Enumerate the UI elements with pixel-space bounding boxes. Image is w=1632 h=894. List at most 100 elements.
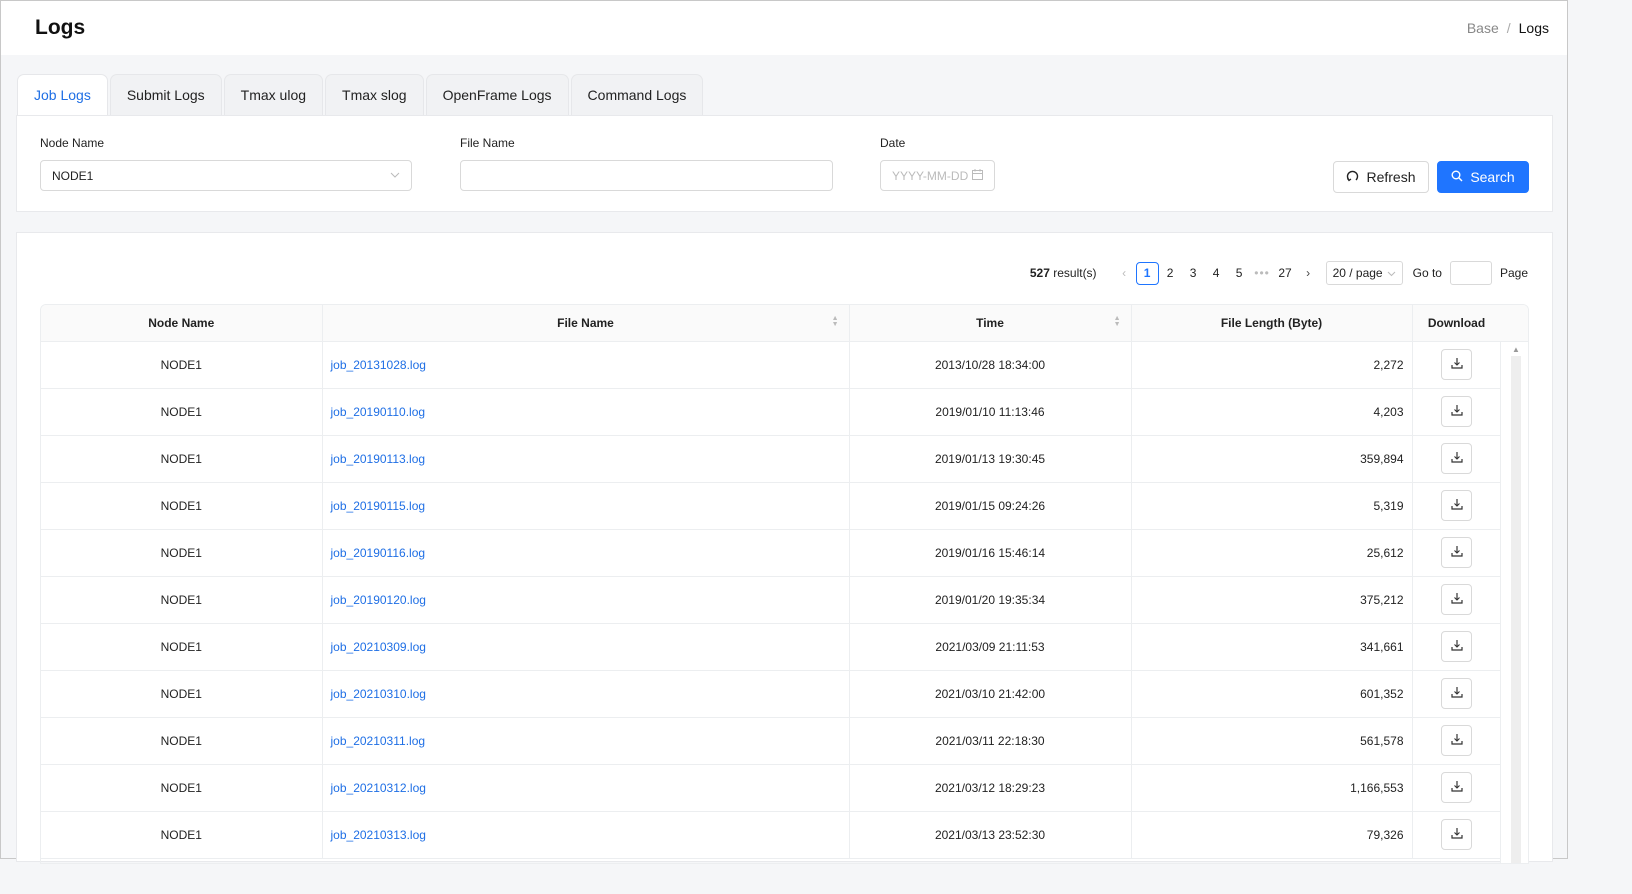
tab-tmax-ulog[interactable]: Tmax ulog: [223, 74, 324, 115]
cell-file-name: job_20210311.log: [322, 717, 850, 765]
scrollbar-thumb[interactable]: [1511, 356, 1521, 863]
file-link[interactable]: job_20190116.log: [331, 546, 426, 560]
file-link[interactable]: job_20210313.log: [331, 828, 426, 842]
cell-file-length: 375,212: [1131, 576, 1413, 624]
column-label: Node Name: [148, 315, 215, 330]
node-name-select[interactable]: NODE1: [40, 160, 412, 191]
file-link[interactable]: job_20190110.log: [331, 405, 426, 419]
column-time[interactable]: Time ▲ ▼: [849, 305, 1132, 342]
breadcrumb-current: Logs: [1518, 20, 1549, 36]
file-link[interactable]: job_20210312.log: [331, 781, 426, 795]
page-last[interactable]: 27: [1274, 262, 1297, 285]
sort-icon[interactable]: ▲ ▼: [1114, 315, 1121, 328]
download-button[interactable]: [1441, 349, 1472, 380]
download-button[interactable]: [1441, 725, 1472, 756]
tab-command-logs[interactable]: Command Logs: [570, 74, 704, 115]
download-button[interactable]: [1441, 443, 1472, 474]
scroll-up-icon[interactable]: ▲: [1512, 345, 1520, 354]
page-size-value: 20 / page: [1332, 266, 1383, 280]
download-button[interactable]: [1441, 396, 1472, 427]
table-header-filler: [1500, 305, 1528, 342]
calendar-icon: [972, 168, 983, 183]
goto-page-input[interactable]: [1449, 261, 1492, 285]
table-row: NODE1 job_20210310.log 2021/03/10 21:42:…: [41, 670, 1502, 718]
goto-label: Go to: [1412, 266, 1442, 280]
file-link[interactable]: job_20210310.log: [331, 687, 426, 701]
table-scrollbar[interactable]: ▲: [1500, 342, 1528, 863]
download-icon: [1450, 451, 1463, 466]
cell-download: [1412, 388, 1502, 436]
column-file-length: File Length (Byte): [1131, 305, 1413, 342]
table-row: NODE1 job_20190115.log 2019/01/15 09:24:…: [41, 482, 1502, 530]
cell-file-name: job_20131028.log: [322, 341, 850, 389]
page-3[interactable]: 3: [1182, 262, 1205, 285]
column-label: Download: [1427, 315, 1486, 330]
download-button[interactable]: [1441, 537, 1472, 568]
cell-node-name: NODE1: [41, 435, 323, 483]
cell-file-length: 359,894: [1131, 435, 1413, 483]
page-size-select[interactable]: 20 / page: [1325, 261, 1403, 285]
cell-node-name: NODE1: [41, 341, 323, 389]
cell-download: [1412, 529, 1502, 577]
tab-tmax-slog[interactable]: Tmax slog: [325, 74, 424, 115]
refresh-label: Refresh: [1366, 169, 1416, 185]
file-link[interactable]: job_20190113.log: [331, 452, 426, 466]
breadcrumb-base[interactable]: Base: [1467, 20, 1499, 36]
column-node-name: Node Name: [41, 305, 323, 342]
file-link[interactable]: job_20190120.log: [331, 593, 426, 607]
file-link[interactable]: job_20210309.log: [331, 640, 426, 654]
cell-file-name: job_20190115.log: [322, 482, 850, 530]
cell-time: 2013/10/28 18:34:00: [849, 341, 1132, 389]
cell-file-length: 79,326: [1131, 811, 1413, 859]
download-button[interactable]: [1441, 819, 1472, 850]
file-link[interactable]: job_20190115.log: [331, 499, 426, 513]
tab-openframe-logs[interactable]: OpenFrame Logs: [425, 74, 569, 115]
file-link[interactable]: job_20131028.log: [331, 358, 426, 372]
table-header-row: Node Name File Name ▲ ▼ Time ▲ ▼ File Leng…: [41, 305, 1502, 342]
file-name-field: File Name: [460, 136, 833, 191]
cell-file-length: 561,578: [1131, 717, 1413, 765]
breadcrumb: Base / Logs: [1467, 20, 1549, 36]
tab-submit-logs[interactable]: Submit Logs: [109, 74, 222, 115]
download-button[interactable]: [1441, 584, 1472, 615]
cell-file-length: 341,661: [1131, 623, 1413, 671]
filter-panel: Node Name NODE1 File Name Date YYYY-MM-D…: [16, 115, 1553, 212]
download-button[interactable]: [1441, 631, 1472, 662]
download-button[interactable]: [1441, 678, 1472, 709]
page-1[interactable]: 1: [1135, 261, 1159, 285]
table-row: NODE1 job_20190113.log 2019/01/13 19:30:…: [41, 435, 1502, 483]
cell-download: [1412, 341, 1502, 389]
chevron-down-icon: [390, 170, 400, 181]
results-panel: 527 result(s) ‹ 1 2 3 4 5 ••• 27 › 20 / …: [16, 232, 1553, 864]
file-link[interactable]: job_20210311.log: [331, 734, 426, 748]
cell-time: 2021/03/13 23:52:30: [849, 811, 1132, 859]
page-ellipsis[interactable]: •••: [1251, 262, 1274, 285]
file-name-input[interactable]: [460, 160, 833, 191]
cell-file-length: 601,352: [1131, 670, 1413, 718]
search-button[interactable]: Search: [1437, 161, 1529, 193]
download-icon: [1450, 686, 1463, 701]
table-row: NODE1 job_20210313.log 2021/03/13 23:52:…: [41, 811, 1502, 859]
download-button[interactable]: [1441, 772, 1472, 803]
refresh-button[interactable]: Refresh: [1333, 161, 1429, 193]
page-2[interactable]: 2: [1159, 262, 1182, 285]
page-4[interactable]: 4: [1205, 262, 1228, 285]
cell-time: 2019/01/20 19:35:34: [849, 576, 1132, 624]
cell-node-name: NODE1: [41, 482, 323, 530]
column-file-name[interactable]: File Name ▲ ▼: [322, 305, 850, 342]
table-row: NODE1 job_20210311.log 2021/03/11 22:18:…: [41, 717, 1502, 765]
node-name-label: Node Name: [40, 136, 105, 150]
sort-icon[interactable]: ▲ ▼: [832, 315, 839, 328]
tab-job-logs[interactable]: Job Logs: [17, 74, 108, 115]
download-icon: [1450, 827, 1463, 842]
table-row: NODE1 job_20210312.log 2021/03/12 18:29:…: [41, 764, 1502, 812]
prev-page-icon[interactable]: ‹: [1113, 262, 1136, 285]
date-picker-input[interactable]: YYYY-MM-DD: [880, 160, 995, 191]
cell-file-length: 1,166,553: [1131, 764, 1413, 812]
cell-node-name: NODE1: [41, 811, 323, 859]
search-icon: [1451, 169, 1463, 185]
next-page-icon[interactable]: ›: [1297, 262, 1320, 285]
refresh-icon: [1346, 169, 1359, 185]
download-button[interactable]: [1441, 490, 1472, 521]
page-5[interactable]: 5: [1228, 262, 1251, 285]
